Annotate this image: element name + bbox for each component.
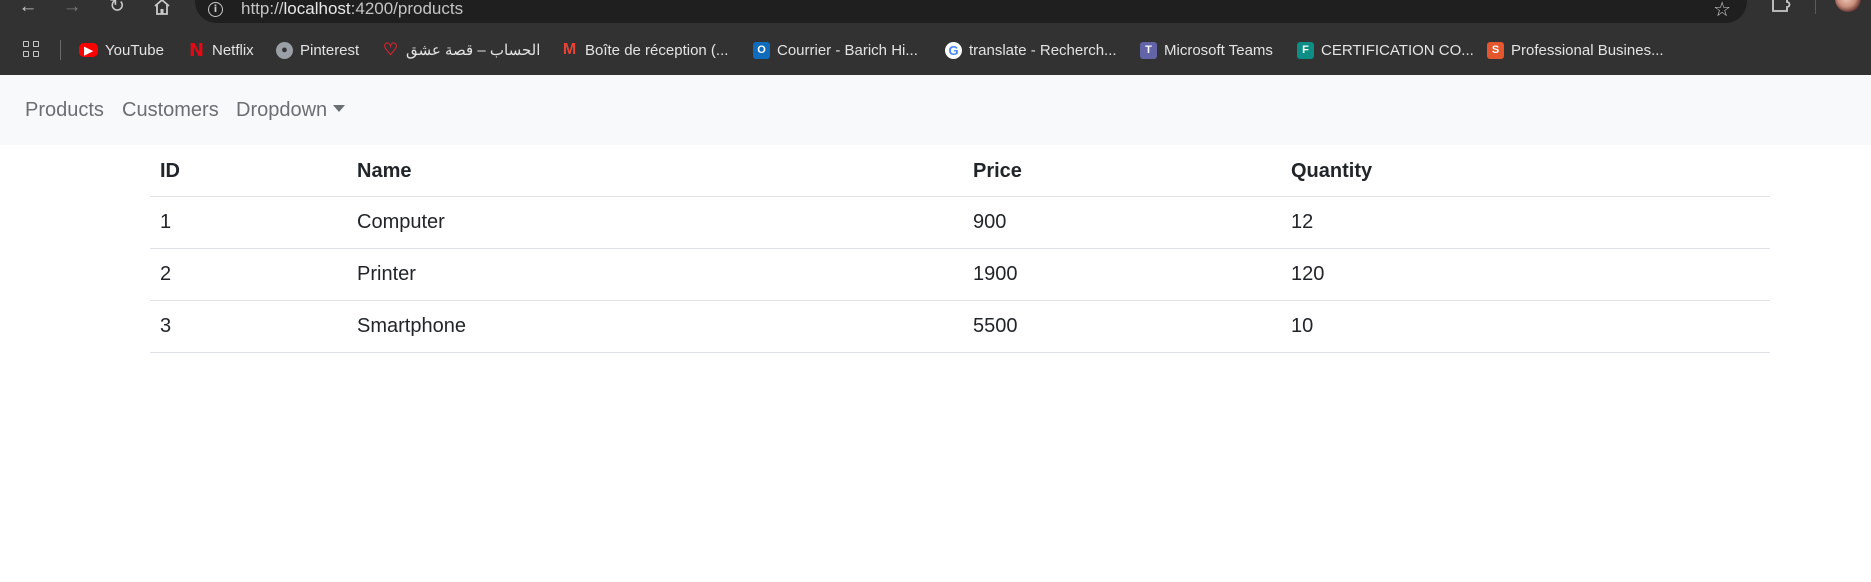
header-price: Price (963, 146, 1281, 197)
table-row: 1 Computer 900 12 (150, 196, 1770, 249)
table-header-row: ID Name Price Quantity (150, 146, 1770, 197)
bookmark-label: CERTIFICATION CO... (1321, 41, 1474, 59)
bookmark-netflix[interactable]: N Netflix (188, 39, 254, 61)
browser-toolbar: ← → ↻ i http://localhost:4200/products ☆ (0, 0, 1871, 25)
bookmark-label: الحساب – قصة عشق (406, 42, 541, 59)
forward-arrow-icon[interactable]: → (58, 0, 86, 19)
teams-icon: T (1140, 41, 1157, 59)
bookmark-label: YouTube (105, 41, 164, 59)
cell-price: 900 (963, 196, 1281, 249)
google-icon: G (945, 41, 962, 59)
home-icon[interactable] (148, 0, 176, 19)
heart-icon: ♡ (382, 40, 399, 59)
bookmark-label: Netflix (212, 41, 254, 59)
nav-customers[interactable]: Customers (122, 99, 219, 122)
header-id: ID (150, 146, 347, 197)
navbar: Products Customers Dropdown (0, 75, 1871, 145)
cell-price: 1900 (963, 248, 1281, 301)
bookmark-google-translate[interactable]: G translate - Recherch... (945, 39, 1117, 61)
bookmark-pinterest[interactable]: ● Pinterest (276, 39, 359, 61)
header-quantity: Quantity (1281, 146, 1770, 197)
site-info-icon[interactable]: i (208, 2, 223, 17)
cell-price: 5500 (963, 300, 1281, 353)
bookmark-outlook[interactable]: O Courrier - Barich Hi... (753, 39, 918, 61)
reload-icon[interactable]: ↻ (103, 0, 131, 19)
gmail-icon: M (562, 41, 577, 58)
bookmark-label: translate - Recherch... (969, 41, 1117, 59)
cell-id: 1 (150, 196, 347, 249)
apps-grid-icon[interactable] (23, 41, 41, 59)
bookmark-label: Professional Busines... (1511, 41, 1664, 59)
cell-name: Computer (347, 196, 963, 249)
cell-name: Printer (347, 248, 963, 301)
header-name: Name (347, 146, 963, 197)
browser-chrome: ← → ↻ i http://localhost:4200/products ☆… (0, 0, 1871, 75)
profile-avatar[interactable] (1835, 0, 1861, 12)
cell-quantity: 10 (1281, 300, 1770, 353)
bookmark-certification[interactable]: F CERTIFICATION CO... (1297, 39, 1474, 61)
bookmark-label: Microsoft Teams (1164, 41, 1273, 59)
address-bar[interactable]: i http://localhost:4200/products ☆ (195, 0, 1747, 23)
bookmark-star-icon[interactable]: ☆ (1713, 0, 1731, 22)
cell-id: 2 (150, 248, 347, 301)
bookmark-arabic-series[interactable]: ♡ الحساب – قصة عشق (382, 39, 541, 61)
youtube-icon: ▶ (79, 43, 98, 57)
netflix-icon: N (188, 39, 205, 61)
nav-products[interactable]: Products (25, 99, 104, 122)
cell-name: Smartphone (347, 300, 963, 353)
url-text[interactable]: http://localhost:4200/products (241, 0, 463, 19)
bookmark-label: Pinterest (300, 41, 360, 59)
cell-quantity: 120 (1281, 248, 1770, 301)
nav-dropdown[interactable]: Dropdown (236, 99, 346, 122)
bookmark-gmail[interactable]: M Boîte de réception (... (561, 39, 729, 61)
cell-quantity: 12 (1281, 196, 1770, 249)
outlook-icon: O (753, 41, 770, 59)
forms-icon: F (1297, 41, 1314, 59)
table-row: 2 Printer 1900 120 (150, 248, 1770, 301)
cell-id: 3 (150, 300, 347, 353)
bookmark-youtube[interactable]: ▶ YouTube (79, 39, 164, 61)
bookmark-professional[interactable]: S Professional Busines... (1487, 39, 1664, 61)
toolbar-separator (1815, 0, 1816, 14)
bookmarks-separator (60, 40, 61, 60)
extensions-puzzle-icon[interactable] (1770, 0, 1792, 18)
s-icon: S (1487, 41, 1504, 59)
back-arrow-icon[interactable]: ← (14, 0, 42, 19)
bookmark-label: Courrier - Barich Hi... (777, 41, 918, 59)
bookmark-label: Boîte de réception (... (585, 41, 729, 59)
caret-down-icon (333, 105, 346, 112)
products-table: ID Name Price Quantity 1 Computer 900 12… (150, 146, 1770, 353)
bookmark-microsoft-teams[interactable]: T Microsoft Teams (1140, 39, 1273, 61)
bookmarks-bar: ▶ YouTube N Netflix ● Pinterest ♡ الحساب… (0, 37, 1871, 64)
globe-icon: ● (276, 41, 293, 59)
table-row: 3 Smartphone 5500 10 (150, 300, 1770, 353)
dropdown-label: Dropdown (236, 99, 328, 121)
